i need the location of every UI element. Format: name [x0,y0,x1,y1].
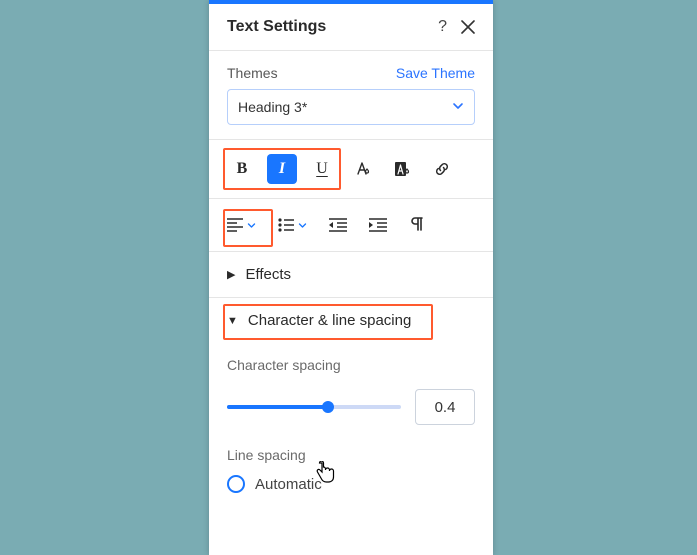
alignment-row [209,199,493,252]
line-spacing-automatic-label: Automatic [255,476,322,493]
character-spacing-label: Character spacing [227,357,475,373]
line-spacing-label: Line spacing [227,447,475,463]
decrease-indent-button[interactable] [329,218,347,232]
increase-indent-button[interactable] [369,218,387,232]
caret-down-icon: ▼ [227,315,238,327]
text-color-button[interactable] [347,154,377,184]
align-left-dropdown[interactable] [227,218,256,232]
caret-right-icon: ▶ [227,268,235,281]
slider-thumb[interactable] [322,401,334,413]
slider-fill [227,405,328,409]
character-spacing-input[interactable]: 0.4 [415,389,475,425]
italic-button[interactable]: I [267,154,297,184]
effects-accordion[interactable]: ▶ Effects [209,252,493,298]
effects-label: Effects [245,266,291,283]
panel-title: Text Settings [227,18,438,36]
themes-section: Themes Save Theme Heading 3* [209,51,493,140]
list-dropdown[interactable] [278,218,307,232]
char-line-label: Character & line spacing [248,312,411,329]
panel-header: Text Settings ? [209,4,493,51]
radio-icon [227,475,245,493]
chevron-down-icon [452,99,464,115]
line-spacing-automatic-option[interactable]: Automatic [227,475,475,493]
close-icon[interactable] [461,20,475,34]
theme-select[interactable]: Heading 3* [227,89,475,125]
underline-button[interactable]: U [307,154,337,184]
character-spacing-section: Character spacing 0.4 [209,343,493,435]
themes-label: Themes [227,65,278,81]
line-spacing-section: Line spacing Automatic [209,435,493,493]
help-icon[interactable]: ? [438,19,447,35]
save-theme-link[interactable]: Save Theme [396,65,475,81]
char-line-spacing-accordion[interactable]: ▼ Character & line spacing [209,298,493,343]
text-format-row: B I U [209,140,493,199]
link-button[interactable] [427,154,457,184]
bold-button[interactable]: B [227,154,257,184]
text-settings-panel: Text Settings ? Themes Save Theme Headin… [209,0,493,555]
character-spacing-slider[interactable] [227,405,401,409]
highlight-color-button[interactable] [387,154,417,184]
theme-select-value: Heading 3* [238,99,307,115]
text-direction-button[interactable] [409,217,425,233]
